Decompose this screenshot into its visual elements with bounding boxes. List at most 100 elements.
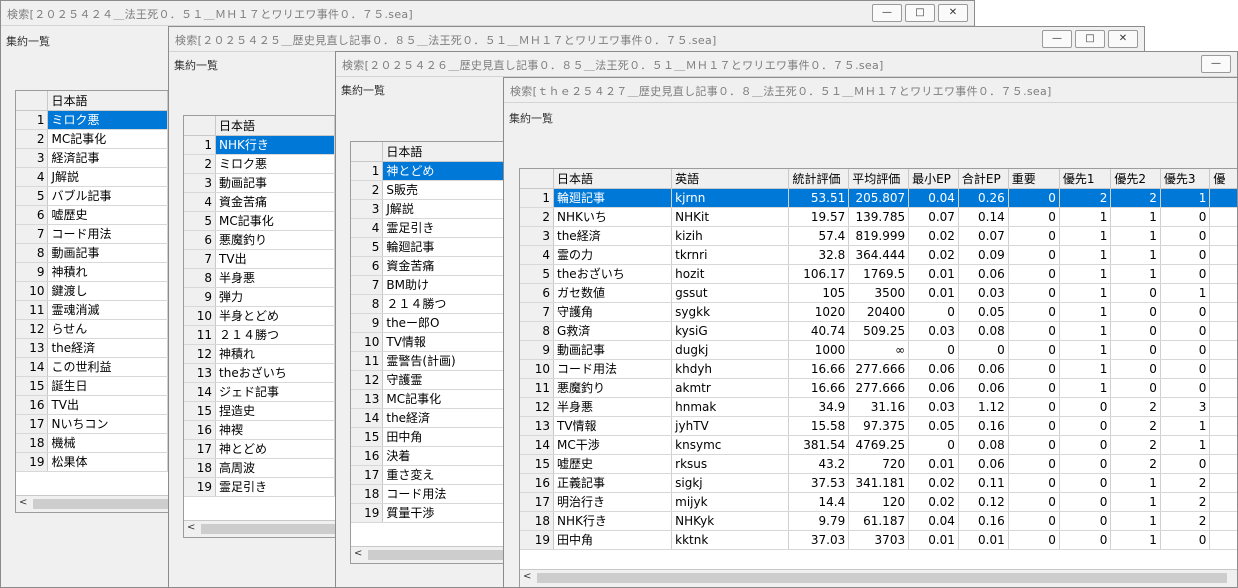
minimize-button[interactable]: — bbox=[872, 4, 902, 22]
column-header[interactable]: 合計EP bbox=[958, 169, 1009, 189]
table-row[interactable]: 9 弾力 bbox=[184, 287, 335, 307]
cell-japanese[interactable]: 守護角 bbox=[553, 302, 673, 322]
table-row[interactable]: 1 神とどめ bbox=[351, 161, 504, 181]
cell-english[interactable]: hnmak bbox=[671, 397, 790, 417]
table-row[interactable]: 13 TV情報 jyhTV 15.58 97.375 0.05 0.16 0 0 2 1 bbox=[520, 416, 1237, 436]
column-header[interactable]: 最小EP bbox=[908, 169, 959, 189]
cell-avg-score[interactable]: 277.666 bbox=[848, 378, 910, 398]
titlebar[interactable]: 検索[２０２５４２４＿法王死０．５１＿ＭＨ１７とワリエワ事件０．７５.sea] … bbox=[1, 1, 974, 26]
table-row[interactable]: 10 コード用法 khdyh 16.66 277.666 0.06 0.06 0 1 0 0 bbox=[520, 359, 1237, 379]
cell-importance[interactable]: 0 bbox=[1008, 454, 1060, 474]
cell-importance[interactable]: 0 bbox=[1008, 359, 1060, 379]
scroll-thumb[interactable] bbox=[33, 499, 168, 509]
cell-priority-2[interactable]: 1 bbox=[1110, 492, 1161, 512]
cell-japanese[interactable]: MC記事化 bbox=[47, 129, 168, 149]
table-row[interactable]: 4 霊足引き bbox=[351, 218, 504, 238]
cell-japanese[interactable]: 神褉 bbox=[215, 420, 335, 440]
scroll-left-icon[interactable]: < bbox=[19, 497, 27, 508]
table-row[interactable]: 10 鍵渡し bbox=[16, 281, 168, 301]
cell-japanese[interactable]: NHKいち bbox=[553, 207, 673, 227]
table-row[interactable]: 13 theおざいち bbox=[184, 363, 335, 383]
table-row[interactable]: 4 J解説 bbox=[16, 167, 168, 187]
cell-min-ep[interactable]: 0.01 bbox=[908, 283, 959, 303]
cell-japanese[interactable]: らせん bbox=[47, 319, 168, 339]
table-row[interactable]: 16 正義記事 sigkj 37.53 341.181 0.02 0.11 0 0 1 2 bbox=[520, 473, 1237, 493]
cell-english[interactable]: akmtr bbox=[671, 378, 790, 398]
cell-priority-2[interactable]: 0 bbox=[1110, 302, 1161, 322]
cell-stat-score[interactable]: 40.74 bbox=[788, 321, 850, 341]
scroll-left-icon[interactable]: < bbox=[523, 571, 531, 582]
cell-priority-1[interactable]: 1 bbox=[1059, 302, 1112, 322]
cell-total-ep[interactable]: 0.09 bbox=[958, 245, 1009, 265]
cell-importance[interactable]: 0 bbox=[1008, 511, 1060, 531]
cell-priority-3[interactable]: 2 bbox=[1160, 492, 1211, 512]
column-header[interactable]: 優先2 bbox=[1110, 169, 1161, 189]
column-header[interactable]: 英語 bbox=[671, 169, 790, 189]
cell-importance[interactable]: 0 bbox=[1008, 473, 1060, 493]
cell-english[interactable]: tkrnri bbox=[671, 245, 790, 265]
cell-japanese[interactable]: the経済 bbox=[553, 226, 673, 246]
cell-avg-score[interactable]: 364.444 bbox=[848, 245, 910, 265]
cell-total-ep[interactable]: 1.12 bbox=[958, 397, 1009, 417]
maximize-button[interactable]: □ bbox=[1075, 30, 1105, 48]
cell-min-ep[interactable]: 0.02 bbox=[908, 473, 959, 493]
cell-stat-score[interactable]: 1000 bbox=[788, 340, 850, 360]
cell-priority-3[interactable]: 0 bbox=[1160, 207, 1211, 227]
table-row[interactable]: 6 嘘歴史 bbox=[16, 205, 168, 225]
cell-priority-2[interactable]: 1 bbox=[1110, 264, 1161, 284]
cell-priority-1[interactable]: 1 bbox=[1059, 283, 1112, 303]
cell-importance[interactable]: 0 bbox=[1008, 530, 1060, 550]
cell-priority-2[interactable]: 1 bbox=[1110, 530, 1161, 550]
cell-importance[interactable]: 0 bbox=[1008, 492, 1060, 512]
cell-japanese[interactable]: ２１４勝つ bbox=[215, 325, 335, 345]
cell-english[interactable]: NHKit bbox=[671, 207, 790, 227]
cell-japanese[interactable]: theおざいち bbox=[553, 264, 673, 284]
cell-japanese[interactable]: the経済 bbox=[47, 338, 168, 358]
cell-japanese[interactable]: 動画記事 bbox=[47, 243, 168, 263]
table-row[interactable]: 11 霊魂消滅 bbox=[16, 300, 168, 320]
horizontal-scrollbar[interactable]: < bbox=[351, 546, 504, 563]
cell-avg-score[interactable]: 205.807 bbox=[848, 188, 910, 208]
cell-japanese[interactable]: 正義記事 bbox=[553, 473, 673, 493]
cell-japanese[interactable]: 動画記事 bbox=[215, 173, 335, 193]
cell-japanese[interactable]: ミロク悪 bbox=[47, 110, 168, 130]
table-row[interactable]: 4 霊の力 tkrnri 32.8 364.444 0.02 0.09 0 1 1 0 bbox=[520, 245, 1237, 265]
cell-japanese[interactable]: J解説 bbox=[47, 167, 168, 187]
cell-total-ep[interactable]: 0.26 bbox=[958, 188, 1009, 208]
cell-avg-score[interactable]: 31.16 bbox=[848, 397, 910, 417]
cell-japanese[interactable]: 明治行き bbox=[553, 492, 673, 512]
result-grid[interactable]: 日本語 1 NHK行き 2 ミロク悪 3 動画記事 4 資金苦痛 5 MC記事化 6 悪魔釣り 7 TV出… bbox=[183, 115, 336, 538]
cell-importance[interactable]: 0 bbox=[1008, 416, 1060, 436]
cell-priority-3[interactable]: 3 bbox=[1160, 397, 1211, 417]
cell-min-ep[interactable]: 0.05 bbox=[908, 416, 959, 436]
table-row[interactable]: 15 田中角 bbox=[351, 427, 504, 447]
cell-japanese[interactable]: 鍵渡し bbox=[47, 281, 168, 301]
table-row[interactable]: 15 捏造史 bbox=[184, 401, 335, 421]
cell-japanese[interactable]: 神とどめ bbox=[382, 161, 504, 181]
titlebar[interactable]: 検索[２０２５４２５＿歴史見直し記事０．８５＿法王死０．５１＿ＭＨ１７とワリエワ… bbox=[169, 27, 1144, 52]
table-row[interactable]: 11 ２１４勝つ bbox=[184, 325, 335, 345]
table-row[interactable]: 15 嘘歴史 rksus 43.2 720 0.01 0.06 0 0 2 0 bbox=[520, 454, 1237, 474]
table-row[interactable]: 18 コード用法 bbox=[351, 484, 504, 504]
table-row[interactable]: 14 the経済 bbox=[351, 408, 504, 428]
table-row[interactable]: 15 誕生日 bbox=[16, 376, 168, 396]
table-row[interactable]: 5 輪廻記事 bbox=[351, 237, 504, 257]
table-row[interactable]: 8 G救済 kysiG 40.74 509.25 0.03 0.08 0 1 0 0 bbox=[520, 321, 1237, 341]
cell-priority-2[interactable]: 0 bbox=[1110, 321, 1161, 341]
close-button[interactable]: ✕ bbox=[1108, 30, 1138, 48]
cell-min-ep[interactable]: 0.06 bbox=[908, 378, 959, 398]
cell-priority-2[interactable]: 2 bbox=[1110, 435, 1161, 455]
cell-avg-score[interactable]: 1769.5 bbox=[848, 264, 910, 284]
cell-priority-2[interactable]: 0 bbox=[1110, 283, 1161, 303]
cell-japanese[interactable]: この世利益 bbox=[47, 357, 168, 377]
cell-stat-score[interactable]: 381.54 bbox=[788, 435, 850, 455]
cell-min-ep[interactable]: 0.01 bbox=[908, 530, 959, 550]
cell-min-ep[interactable]: 0.01 bbox=[908, 264, 959, 284]
cell-importance[interactable]: 0 bbox=[1008, 188, 1060, 208]
cell-total-ep[interactable]: 0.06 bbox=[958, 454, 1009, 474]
cell-priority-1[interactable]: 0 bbox=[1059, 530, 1112, 550]
scroll-thumb[interactable] bbox=[201, 524, 335, 534]
table-row[interactable]: 11 悪魔釣り akmtr 16.66 277.666 0.06 0.06 0 1 0 0 bbox=[520, 378, 1237, 398]
cell-stat-score[interactable]: 34.9 bbox=[788, 397, 850, 417]
table-row[interactable]: 16 TV出 bbox=[16, 395, 168, 415]
